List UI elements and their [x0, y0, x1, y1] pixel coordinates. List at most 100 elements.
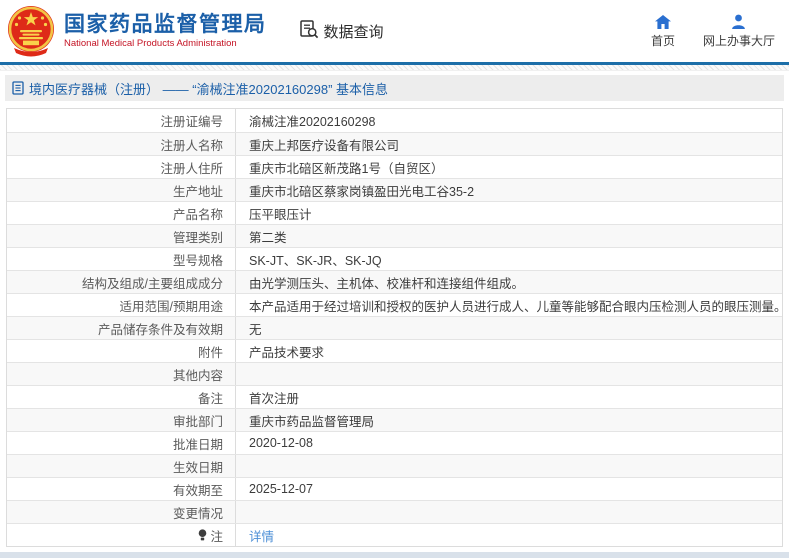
- row-value: 重庆市北碚区蔡家岗镇盈田光电工谷35-2: [236, 179, 782, 201]
- row-label-text: 结构及组成/主要组成成分: [82, 276, 223, 291]
- home-icon: [654, 14, 671, 29]
- row-value-text: 第二类: [249, 230, 287, 245]
- row-label-text: 批准日期: [172, 437, 223, 452]
- row-label-text: 管理类别: [172, 230, 223, 245]
- row-label-text: 注: [210, 529, 223, 544]
- row-value: [236, 455, 782, 477]
- row-value-text: 渝械注准20202160298: [249, 115, 376, 129]
- row-value-text: SK-JT、SK-JR、SK-JQ: [249, 253, 382, 268]
- china-national-emblem-icon: [6, 4, 56, 58]
- row-label: 管理类别: [7, 225, 236, 247]
- table-row: 结构及组成/主要组成成分 由光学测压头、主机体、校准杆和连接组件组成。: [7, 270, 782, 293]
- data-query-label: 数据查询: [323, 23, 384, 41]
- brand-logo[interactable]: 国家药品监督管理局 National Medical Products Admi…: [6, 4, 267, 58]
- row-label: 生效日期: [7, 455, 236, 477]
- table-row: 有效期至 2025-12-07: [7, 477, 782, 500]
- row-value-text: 重庆市北碚区新茂路1号（自贸区）: [249, 161, 444, 176]
- table-row: 注册人名称 重庆上邦医疗设备有限公司: [7, 132, 782, 155]
- table-row: 管理类别 第二类: [7, 224, 782, 247]
- data-query-nav[interactable]: 数据查询: [299, 19, 384, 43]
- row-value-text: 重庆市药品监督管理局: [249, 414, 375, 429]
- row-label: 注册证编号: [7, 109, 236, 132]
- row-label-text: 注册人住所: [160, 161, 223, 176]
- row-value: 首次注册: [236, 386, 782, 408]
- row-value: 第二类: [236, 225, 782, 247]
- table-row: 注册证编号 渝械注准20202160298: [7, 109, 782, 132]
- row-value-text: 重庆市北碚区蔡家岗镇盈田光电工谷35-2: [249, 184, 475, 199]
- nav-home-label: 首页: [650, 33, 675, 48]
- footer-strip: [0, 552, 789, 558]
- table-row: 产品储存条件及有效期 无: [7, 316, 782, 339]
- row-label: 产品储存条件及有效期: [7, 317, 236, 339]
- row-label-text: 备注: [197, 391, 223, 406]
- row-label-text: 其他内容: [172, 368, 223, 383]
- row-value-text: 由光学测压头、主机体、校准杆和连接组件组成。: [249, 276, 525, 291]
- row-label-text: 型号规格: [172, 253, 223, 268]
- row-label-text: 生效日期: [172, 460, 223, 475]
- row-value: [236, 363, 782, 385]
- row-value: 重庆市药品监督管理局: [236, 409, 782, 431]
- row-value: 重庆上邦医疗设备有限公司: [236, 133, 782, 155]
- row-value: 渝械注准20202160298: [236, 109, 782, 132]
- nav-service-hall[interactable]: 网上办事大厅: [703, 14, 775, 49]
- row-label: 型号规格: [7, 248, 236, 270]
- row-value: 重庆市北碚区新茂路1号（自贸区）: [236, 156, 782, 178]
- row-value-text: 压平眼压计: [249, 207, 312, 222]
- row-label-text: 有效期至: [172, 483, 223, 498]
- row-label-text: 变更情况: [172, 506, 223, 521]
- info-table: 注册证编号 渝械注准20202160298 注册人名称 重庆上邦医疗设备有限公司 注册人…: [6, 108, 783, 547]
- row-label: 注册人名称: [7, 133, 236, 155]
- table-row: 其他内容: [7, 362, 782, 385]
- table-row: 产品名称 压平眼压计: [7, 201, 782, 224]
- row-value-text: 首次注册: [249, 391, 300, 406]
- row-value: [236, 501, 782, 523]
- brand-text: 国家药品监督管理局 National Medical Products Admi…: [64, 13, 267, 49]
- bulb-icon: [198, 529, 207, 541]
- row-label: 产品名称: [7, 202, 236, 224]
- row-label: 适用范围/预期用途: [7, 294, 236, 316]
- row-label-text: 注册人名称: [160, 138, 223, 153]
- row-label: 有效期至: [7, 478, 236, 500]
- row-value-text: 2025-12-07: [249, 482, 313, 496]
- row-value: 压平眼压计: [236, 202, 782, 224]
- row-label: 注册人住所: [7, 156, 236, 178]
- row-label: 结构及组成/主要组成成分: [7, 271, 236, 293]
- table-row: 注册人住所 重庆市北碚区新茂路1号（自贸区）: [7, 155, 782, 178]
- row-value-text: 重庆上邦医疗设备有限公司: [249, 138, 400, 153]
- row-label-text: 产品储存条件及有效期: [97, 322, 223, 337]
- table-row: 适用范围/预期用途 本产品适用于经过培训和授权的医护人员进行成人、儿童等能够配合眼…: [7, 293, 782, 316]
- table-row: 型号规格 SK-JT、SK-JR、SK-JQ: [7, 247, 782, 270]
- table-row: 审批部门 重庆市药品监督管理局: [7, 408, 782, 431]
- row-value-text: 2020-12-08: [249, 436, 313, 450]
- row-label: 附件: [7, 340, 236, 362]
- row-value: 详情: [236, 524, 782, 546]
- row-label: 生产地址: [7, 179, 236, 201]
- table-row: 变更情况: [7, 500, 782, 523]
- table-row: 生产地址 重庆市北碚区蔡家岗镇盈田光电工谷35-2: [7, 178, 782, 201]
- document-search-icon: [299, 19, 319, 43]
- top-nav: 首页 网上办事大厅: [651, 14, 775, 49]
- breadcrumb-text: 境内医疗器械（注册） —— “渝械注准20202160298” 基本信息: [29, 81, 389, 97]
- nav-home[interactable]: 首页: [651, 14, 675, 49]
- row-label-text: 适用范围/预期用途: [119, 299, 223, 314]
- table-row: 批准日期 2020-12-08: [7, 431, 782, 454]
- site-title: 国家药品监督管理局: [64, 12, 267, 36]
- table-row: 生效日期: [7, 454, 782, 477]
- row-label: 批准日期: [7, 432, 236, 454]
- row-label: 审批部门: [7, 409, 236, 431]
- row-label: 变更情况: [7, 501, 236, 523]
- row-value: 无: [236, 317, 782, 339]
- document-icon: [12, 81, 24, 95]
- row-label: 其他内容: [7, 363, 236, 385]
- row-label: 注: [7, 524, 236, 546]
- row-value-text: 本产品适用于经过培训和授权的医护人员进行成人、儿童等能够配合眼内压检测人员的眼压…: [249, 299, 782, 314]
- detail-link[interactable]: 详情: [249, 526, 274, 545]
- user-icon: [731, 14, 746, 29]
- row-label-text: 注册证编号: [160, 115, 223, 129]
- row-value: 2020-12-08: [236, 432, 782, 454]
- row-value: 本产品适用于经过培训和授权的医护人员进行成人、儿童等能够配合眼内压检测人员的眼压…: [236, 294, 782, 316]
- row-label-text: 审批部门: [172, 414, 223, 429]
- row-value: SK-JT、SK-JR、SK-JQ: [236, 248, 782, 270]
- row-value-text: 产品技术要求: [249, 345, 325, 360]
- row-label-text: 生产地址: [172, 184, 223, 199]
